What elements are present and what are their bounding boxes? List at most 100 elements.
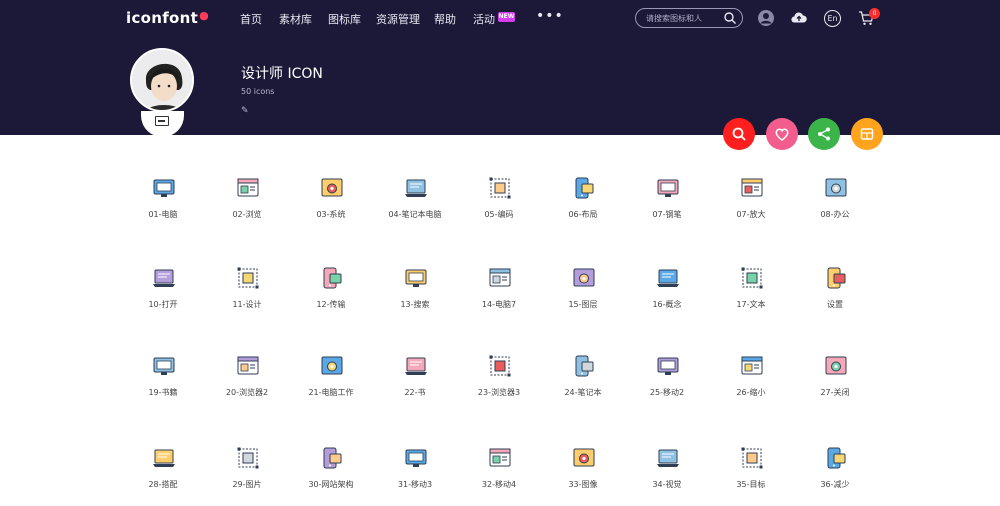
logo[interactable]: iconfont● (126, 9, 209, 27)
edit-icon[interactable]: ✎ (241, 106, 249, 116)
icon-card[interactable]: 15-图层 (540, 266, 626, 326)
icon-label: 07-放大 (736, 210, 766, 219)
target-icon (741, 447, 763, 469)
icon-card[interactable]: 02-浏览 (204, 176, 290, 236)
icon-card[interactable]: 35-目标 (708, 446, 794, 506)
icon-label: 13-搜索 (400, 300, 430, 309)
avatar (130, 48, 194, 112)
icon-card[interactable]: 24-笔记本 (540, 354, 626, 414)
icon-card[interactable]: 27-关闭 (792, 354, 878, 414)
download-button[interactable] (851, 118, 883, 150)
nav-item-materials[interactable]: 素材库 (279, 11, 312, 27)
icon-card[interactable]: 23-浏览器3 (456, 354, 542, 414)
icon-label: 20-浏览器2 (225, 388, 269, 397)
browser-check-icon (237, 356, 259, 375)
layers-icon (573, 268, 595, 287)
computer-icon (153, 179, 175, 197)
match-icon (153, 449, 175, 467)
icon-card[interactable]: 13-搜索 (372, 266, 458, 326)
book-icon (153, 357, 175, 375)
icon-card[interactable]: 26-缩小 (708, 354, 794, 414)
reduce-icon (827, 447, 846, 469)
icon-card[interactable]: 10-打开 (120, 266, 206, 326)
icon-card[interactable]: 16-概念 (624, 266, 710, 326)
language-toggle[interactable]: En (824, 10, 841, 27)
notebook-icon (405, 357, 427, 375)
icon-card[interactable]: 34-视觉 (624, 446, 710, 506)
top-nav: iconfont● 首页 素材库 图标库 资源管理 帮助 活动 NEW ••• … (0, 0, 1000, 38)
icon-label: 21-电脑工作 (308, 388, 354, 397)
icon-card[interactable]: 06-布局 (540, 176, 626, 236)
icon-card[interactable]: 20-浏览器2 (204, 354, 290, 414)
icon-label: 16-概念 (652, 300, 682, 309)
icon-card[interactable]: 04-笔记本电脑 (372, 176, 458, 236)
icon-card[interactable]: 21-电脑工作 (288, 354, 374, 414)
share-icon (818, 127, 830, 141)
icon-card[interactable]: 22-书 (372, 354, 458, 414)
sitemap-icon (323, 447, 342, 469)
icon-card[interactable]: 29-图片 (204, 446, 290, 506)
icon-card[interactable]: 31-移动3 (372, 446, 458, 506)
upload-cloud-icon[interactable] (790, 9, 808, 27)
more-menu[interactable]: ••• (536, 8, 564, 24)
transfer-icon (323, 267, 342, 289)
favorite-button[interactable] (766, 118, 798, 150)
browser-folder-icon (489, 355, 511, 377)
certified-badge (141, 111, 184, 137)
icon-card[interactable]: 12-传输 (288, 266, 374, 326)
nav-item-icon-library[interactable]: 图标库 (328, 11, 361, 27)
icon-label: 32-移动4 (481, 480, 517, 489)
avatar-illustration (132, 50, 192, 110)
laptop-chart-icon (575, 355, 594, 377)
icon-label: 30-网站架构 (308, 480, 354, 489)
search-collection-button[interactable] (723, 118, 755, 150)
nav-item-events[interactable]: 活动 (473, 11, 495, 27)
icon-card[interactable]: 28-搭配 (120, 446, 206, 506)
icon-card[interactable]: 设置 (792, 266, 878, 326)
nav-item-resources[interactable]: 资源管理 (376, 11, 420, 27)
icon-card[interactable]: 01-电脑 (120, 176, 206, 236)
cart-count-badge: 0 (869, 8, 880, 19)
image-icon (573, 448, 595, 467)
mobile-list-icon (489, 448, 511, 467)
icon-label: 设置 (827, 300, 843, 309)
id-card-icon (155, 116, 169, 126)
share-button[interactable] (808, 118, 840, 150)
text-icon (741, 267, 763, 289)
icon-label: 17-文本 (736, 300, 766, 309)
icon-label: 08-办公 (820, 210, 850, 219)
icon-label: 11-设计 (232, 300, 262, 309)
search-icon[interactable] (723, 11, 737, 25)
icon-card[interactable]: 36-减少 (792, 446, 878, 506)
icon-card[interactable]: 17-文本 (708, 266, 794, 326)
nav-item-help[interactable]: 帮助 (434, 11, 456, 27)
icon-label: 31-移动3 (397, 480, 433, 489)
nav-item-home[interactable]: 首页 (240, 11, 262, 27)
user-avatar-icon[interactable] (757, 9, 775, 27)
icon-label: 23-浏览器3 (477, 388, 521, 397)
icon-card[interactable]: 33-图像 (540, 446, 626, 506)
icon-card[interactable]: 07-放大 (708, 176, 794, 236)
icon-card[interactable]: 30-网站架构 (288, 446, 374, 506)
icon-card[interactable]: 14-电脑7 (456, 266, 542, 326)
icon-card[interactable]: 19-书籍 (120, 354, 206, 414)
phone-work-icon (321, 356, 343, 375)
icon-label: 19-书籍 (148, 388, 178, 397)
search-box (635, 8, 743, 28)
icon-label: 10-打开 (148, 300, 178, 309)
icon-card[interactable]: 05-编码 (456, 176, 542, 236)
icon-card[interactable]: 11-设计 (204, 266, 290, 326)
icon-label: 05-编码 (484, 210, 514, 219)
icon-card[interactable]: 08-办公 (792, 176, 878, 236)
icon-card[interactable]: 32-移动4 (456, 446, 542, 506)
icon-card[interactable]: 07-钢笔 (624, 176, 710, 236)
icon-label: 29-图片 (232, 480, 262, 489)
icon-label: 33-图像 (568, 480, 598, 489)
icon-label: 01-电脑 (148, 210, 178, 219)
search-input[interactable] (646, 12, 720, 24)
picture-icon (237, 447, 259, 469)
icon-card[interactable]: 25-移动2 (624, 354, 710, 414)
icon-card[interactable]: 03-系统 (288, 176, 374, 236)
system-gear-icon (321, 178, 343, 197)
icon-label: 15-图层 (568, 300, 598, 309)
